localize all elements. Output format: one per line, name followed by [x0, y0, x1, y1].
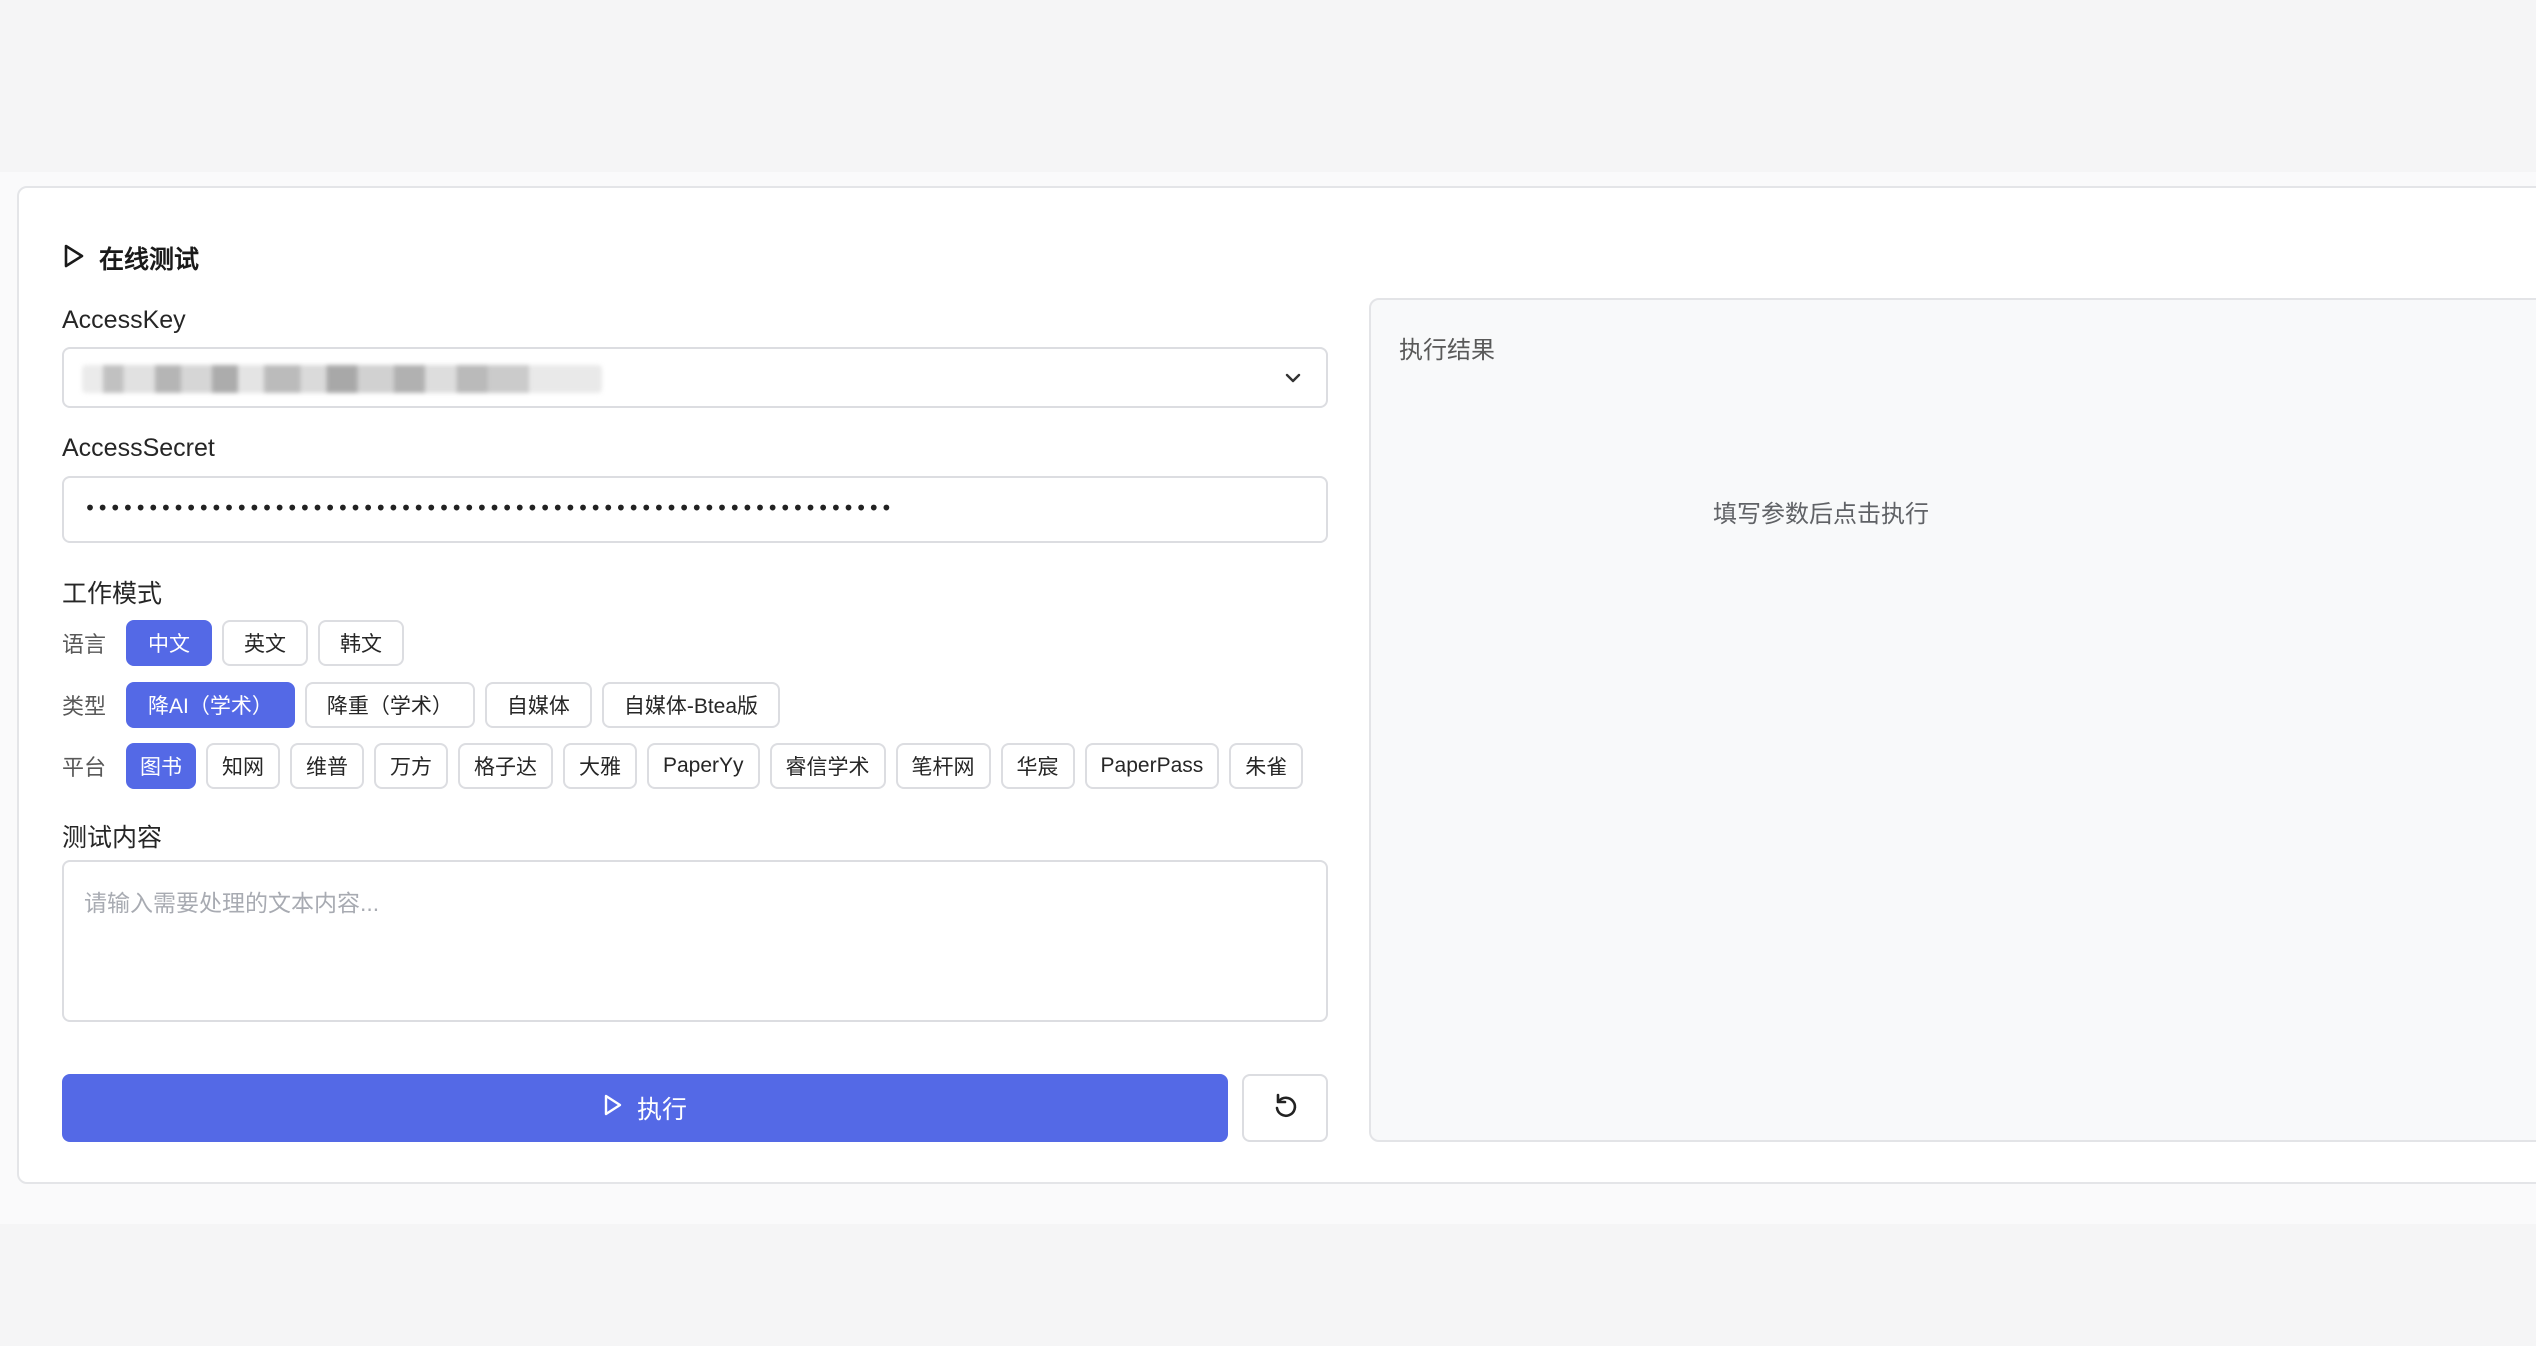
language-option-chinese[interactable]: 中文 — [126, 620, 212, 666]
platform-option-cnki[interactable]: 知网 — [206, 743, 280, 789]
access-key-select[interactable] — [62, 347, 1328, 408]
access-key-value-obscured — [82, 365, 602, 393]
play-icon — [603, 1094, 623, 1123]
chevron-down-icon — [1282, 367, 1304, 389]
page-top-background — [0, 0, 2536, 172]
platform-row: 平台 图书 知网 维普 万方 格子达 大雅 PaperYy 睿信学术 笔杆网 华… — [62, 743, 1313, 789]
result-empty-text: 填写参数后点击执行 — [1713, 501, 1929, 528]
test-content-textarea[interactable]: 请输入需要处理的文本内容... — [62, 860, 1328, 1022]
access-secret-label: AccessSecret — [62, 434, 215, 462]
type-option-self-media[interactable]: 自媒体 — [484, 682, 592, 728]
platform-option-wanfang[interactable]: 万方 — [374, 743, 448, 789]
online-test-card: 在线测试 AccessKey AccessSecret ••••••••••••… — [17, 186, 2536, 1184]
platform-option-paperpass[interactable]: PaperPass — [1084, 743, 1220, 789]
play-icon — [63, 244, 85, 273]
type-label: 类型 — [62, 694, 107, 719]
language-option-english[interactable]: 英文 — [222, 620, 308, 666]
result-title: 执行结果 — [1399, 337, 1495, 364]
platform-option-zhuque[interactable]: 朱雀 — [1229, 743, 1304, 789]
type-option-self-media-btea[interactable]: 自媒体-Btea版 — [601, 682, 781, 728]
platform-option-paperyy[interactable]: PaperYy — [647, 743, 760, 789]
language-label: 语言 — [62, 632, 107, 657]
card-title: 在线测试 — [99, 246, 200, 274]
type-option-reduce-duplication[interactable]: 降重（学术） — [304, 682, 475, 728]
work-mode-label: 工作模式 — [62, 580, 163, 608]
run-button[interactable]: 执行 — [62, 1074, 1228, 1142]
refresh-icon — [1271, 1092, 1299, 1125]
language-row: 语言 中文 英文 韩文 — [62, 620, 414, 666]
platform-option-ruixin[interactable]: 睿信学术 — [769, 743, 886, 789]
access-key-label: AccessKey — [62, 306, 186, 334]
access-secret-value: ••••••••••••••••••••••••••••••••••••••••… — [84, 496, 894, 520]
type-option-reduce-ai[interactable]: 降AI（学术） — [126, 682, 295, 728]
test-content-label: 测试内容 — [62, 824, 163, 852]
card-header[interactable]: 在线测试 — [63, 238, 199, 278]
platform-option-books[interactable]: 图书 — [126, 743, 196, 789]
page-bottom-background — [0, 1224, 2536, 1346]
platform-option-gezida[interactable]: 格子达 — [458, 743, 553, 789]
type-row: 类型 降AI（学术） 降重（学术） 自媒体 自媒体-Btea版 — [62, 682, 790, 728]
reset-button[interactable] — [1242, 1074, 1328, 1142]
result-panel: 执行结果 填写参数后点击执行 — [1369, 298, 2536, 1142]
platform-option-vip[interactable]: 维普 — [290, 743, 364, 789]
test-content-placeholder: 请输入需要处理的文本内容... — [84, 890, 380, 916]
platform-option-daya[interactable]: 大雅 — [563, 743, 637, 789]
language-option-korean[interactable]: 韩文 — [318, 620, 404, 666]
platform-option-bigan[interactable]: 笔杆网 — [895, 743, 991, 789]
access-secret-input[interactable]: ••••••••••••••••••••••••••••••••••••••••… — [62, 476, 1328, 543]
run-button-label: 执行 — [636, 1096, 687, 1124]
platform-option-huachen[interactable]: 华宸 — [1000, 743, 1075, 789]
platform-label: 平台 — [62, 755, 107, 780]
